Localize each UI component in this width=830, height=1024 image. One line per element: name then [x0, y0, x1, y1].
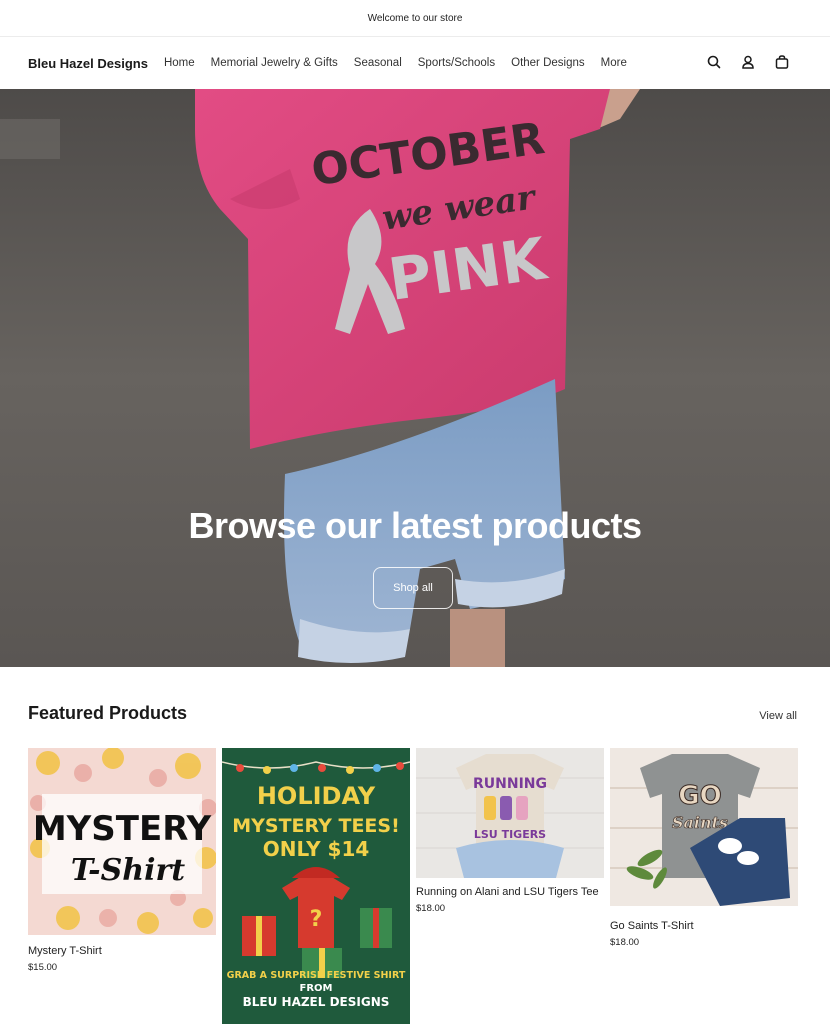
brand-logo[interactable]: Bleu Hazel Designs [28, 56, 148, 71]
shop-all-button[interactable]: Shop all [373, 567, 453, 609]
view-all-link[interactable]: View all [759, 710, 797, 722]
product-card-holiday-mystery-tees[interactable]: HOLIDAY MYSTERY TEES! ONLY $14 ? GRAB A … [222, 748, 410, 1024]
product-image[interactable]: HOLIDAY MYSTERY TEES! ONLY $14 ? GRAB A … [222, 748, 410, 1024]
product-price: $15.00 [28, 962, 58, 973]
product-name[interactable]: Mystery T-Shirt [28, 943, 216, 960]
main-nav: Home Memorial Jewelry & Gifts Seasonal S… [164, 57, 643, 69]
search-icon[interactable] [706, 54, 722, 70]
image-text-lsu-tigers: LSU TIGERS [474, 828, 546, 841]
image-text-mystery-tees: MYSTERY TEES! [232, 815, 400, 837]
product-image[interactable]: MYSTERY T-Shirt [28, 748, 216, 935]
nav-other-designs[interactable]: Other Designs [511, 57, 585, 69]
image-text-holiday: HOLIDAY [257, 782, 376, 810]
image-text-from: FROM [300, 983, 333, 994]
image-text-grab: GRAB A SURPRISE FESTIVE SHIRT [227, 970, 406, 981]
nav-seasonal[interactable]: Seasonal [354, 57, 402, 69]
cart-icon[interactable] [774, 54, 790, 70]
product-card-go-saints[interactable]: GO Saints Go Saints T-Shirt $18.00 [610, 748, 798, 948]
image-text-bleu-hazel: BLEU HAZEL DESIGNS [243, 995, 390, 1009]
image-text-saints: Saints [672, 813, 728, 832]
hero-banner: OCTOBER we wear PINK Browse our latest p… [0, 89, 830, 667]
image-text-mystery: MYSTERY [33, 809, 212, 849]
image-text-go: GO [678, 781, 721, 811]
product-name[interactable]: Running on Alani and LSU Tigers Tee [416, 884, 604, 901]
svg-text:?: ? [310, 907, 323, 932]
product-image[interactable]: RUNNING LSU TIGERS [416, 748, 604, 878]
product-name[interactable]: Go Saints T-Shirt [610, 918, 798, 935]
announcement-text: Welcome to our store [367, 12, 463, 24]
nav-more[interactable]: More [601, 57, 627, 69]
product-card-alani-lsu-tee[interactable]: RUNNING LSU TIGERS Running on Alani and … [416, 748, 604, 914]
image-text-only-14: ONLY $14 [263, 837, 370, 861]
product-image[interactable]: GO Saints [610, 748, 798, 906]
nav-sports-schools[interactable]: Sports/Schools [418, 57, 495, 69]
image-text-tshirt: T-Shirt [71, 853, 185, 888]
account-icon[interactable] [740, 54, 756, 70]
image-text-running: RUNNING [473, 776, 547, 792]
product-card-mystery-tshirt[interactable]: MYSTERY T-Shirt Mystery T-Shirt $15.00 [28, 748, 216, 973]
announcement-bar: Welcome to our store [0, 0, 830, 37]
featured-products-heading: Featured Products [28, 703, 188, 723]
nav-home[interactable]: Home [164, 57, 195, 69]
hero-title: Browse our latest products [188, 505, 642, 546]
nav-memorial-jewelry[interactable]: Memorial Jewelry & Gifts [211, 57, 338, 69]
site-header: Bleu Hazel Designs Home Memorial Jewelry… [0, 37, 830, 89]
product-price: $18.00 [416, 903, 446, 914]
product-price: $18.00 [610, 937, 640, 948]
